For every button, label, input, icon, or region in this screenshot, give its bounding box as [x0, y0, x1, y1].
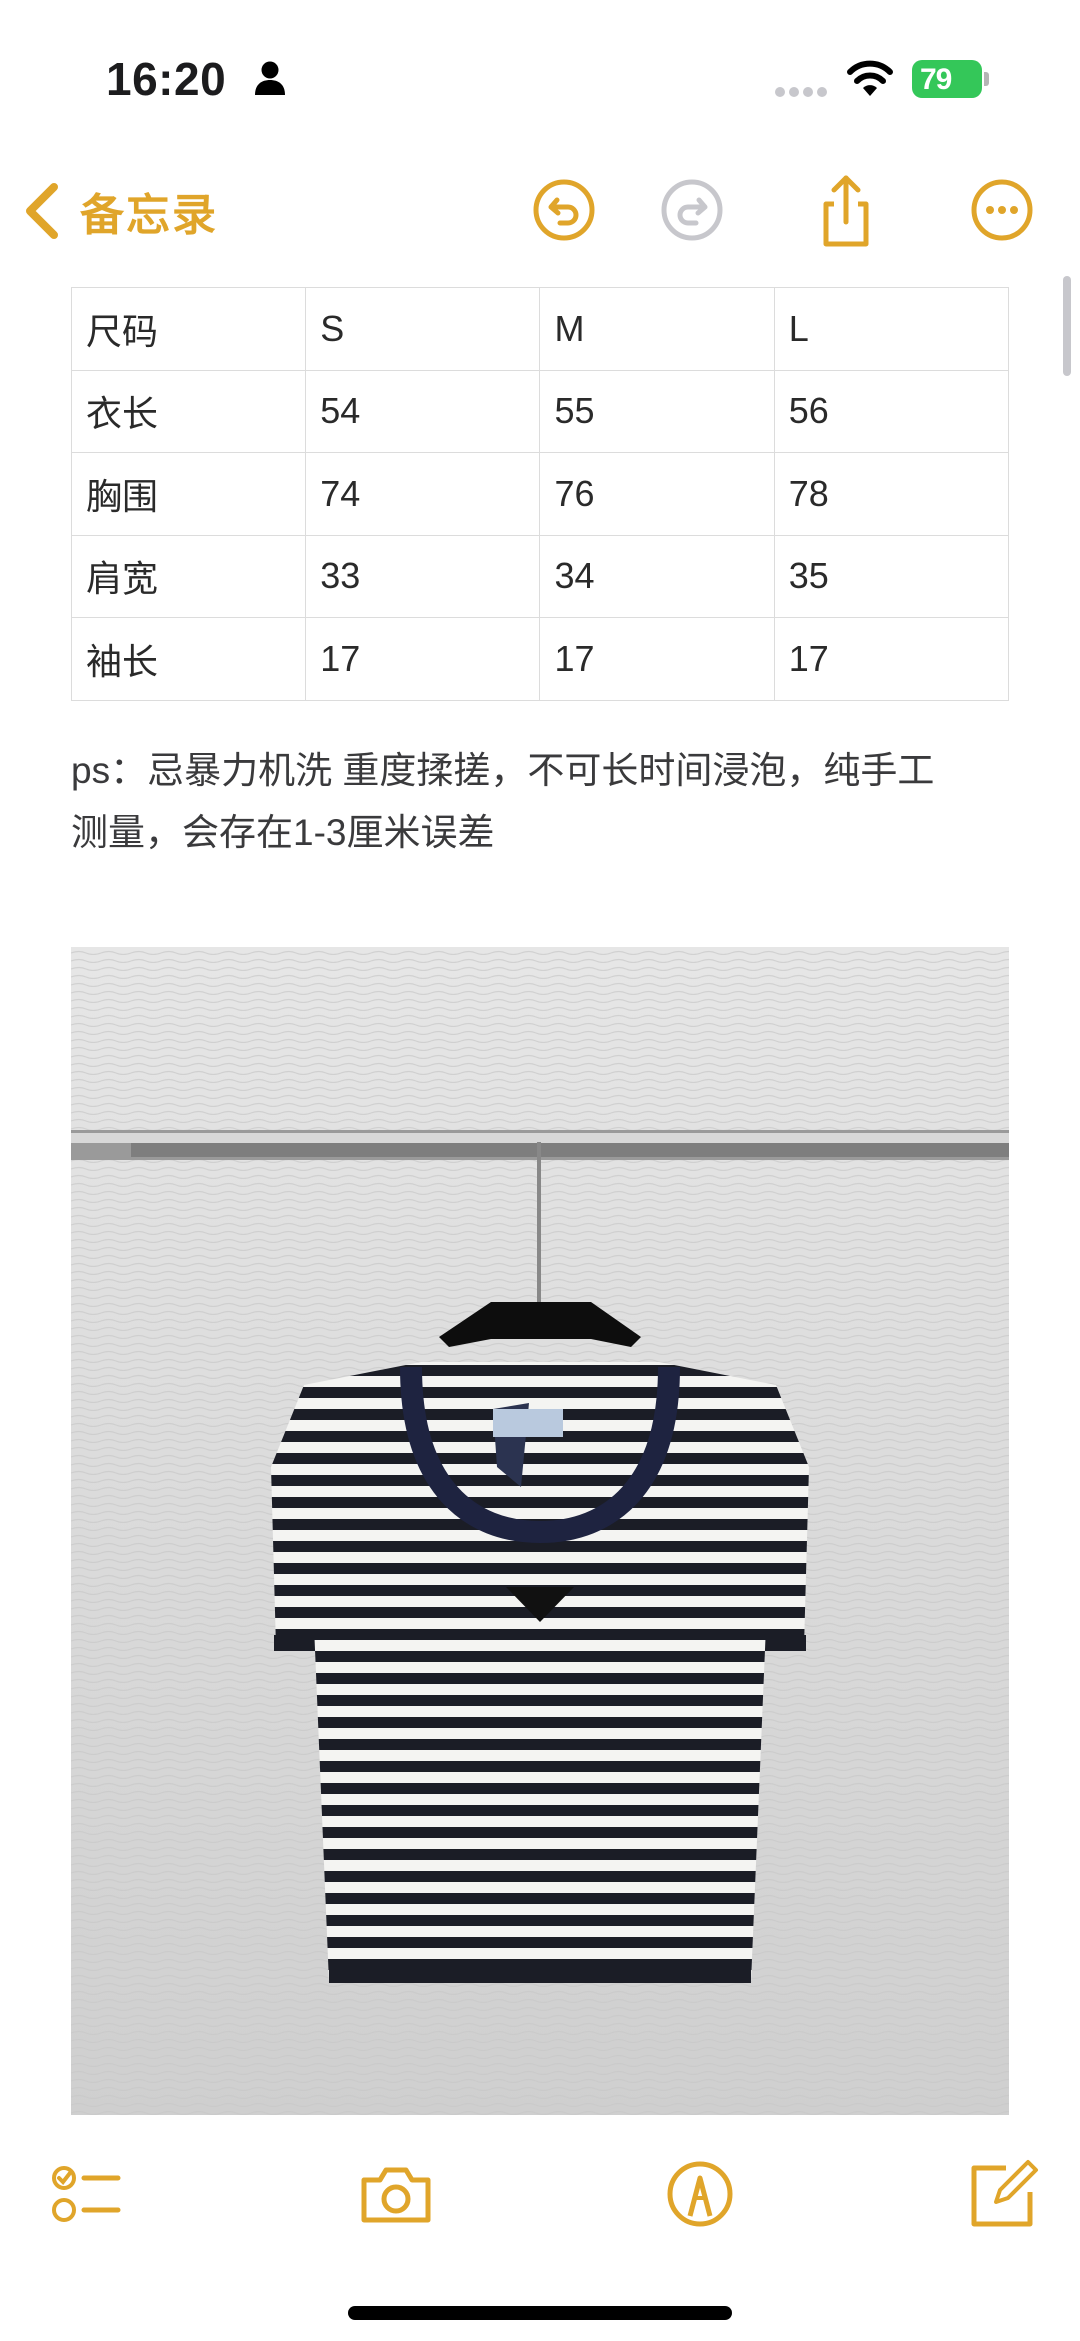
table-cell[interactable]: M	[539, 287, 775, 371]
table-cell[interactable]: 17	[305, 617, 541, 701]
table-cell[interactable]: 尺码	[70, 287, 307, 371]
undo-icon[interactable]	[524, 170, 604, 250]
table-cell[interactable]: 袖长	[70, 617, 307, 701]
battery-level: 79	[920, 63, 952, 96]
table-row: 袖长 17 17 17	[70, 617, 1010, 701]
note-line: 测量，会存在1-3厘米误差	[71, 812, 495, 853]
battery-indicator: 79	[912, 60, 989, 98]
size-table: 尺码 S M L 衣长 54 55 56 胸围 74 76 78 肩宽 33 3…	[70, 287, 1010, 701]
table-row: 肩宽 33 34 35	[70, 534, 1010, 618]
person-icon	[255, 61, 285, 95]
share-icon[interactable]	[806, 170, 886, 250]
checklist-icon[interactable]	[46, 2154, 126, 2234]
home-indicator[interactable]	[348, 2306, 732, 2320]
table-cell[interactable]: 54	[305, 369, 541, 453]
markup-icon[interactable]	[660, 2154, 740, 2234]
chevron-left-icon	[26, 183, 58, 239]
redo-icon[interactable]	[652, 170, 732, 250]
table-cell[interactable]: 肩宽	[70, 534, 307, 618]
camera-icon[interactable]	[356, 2154, 436, 2234]
note-body-text[interactable]: ps：忌暴力机洗 重度揉搓，不可长时间浸泡，纯手工 测量，会存在1-3厘米误差	[71, 740, 1021, 864]
table-cell[interactable]: S	[305, 287, 541, 371]
table-cell[interactable]: L	[773, 287, 1010, 371]
table-cell[interactable]: 17	[773, 617, 1010, 701]
back-label: 备忘录	[80, 191, 218, 240]
table-cell[interactable]: 56	[773, 369, 1010, 453]
table-cell[interactable]: 76	[539, 452, 775, 536]
note-line: ps：忌暴力机洗 重度揉搓，不可长时间浸泡，纯手工	[71, 750, 935, 791]
table-row: 尺码 S M L	[70, 287, 1010, 371]
table-cell[interactable]: 35	[773, 534, 1010, 618]
scroll-indicator[interactable]	[1063, 276, 1071, 376]
table-cell[interactable]: 55	[539, 369, 775, 453]
table-row: 衣长 54 55 56	[70, 369, 1010, 453]
table-cell[interactable]: 胸围	[70, 452, 307, 536]
bottom-toolbar	[0, 2140, 1080, 2260]
table-cell[interactable]: 17	[539, 617, 775, 701]
status-bar: 16:20 79	[0, 0, 1080, 140]
striped-tshirt-image	[71, 947, 1009, 2115]
table-row: 胸围 74 76 78	[70, 452, 1010, 536]
navigation-bar: 备忘录	[0, 160, 1080, 260]
status-time: 16:20	[106, 53, 227, 105]
back-button[interactable]: 备忘录	[22, 176, 218, 246]
table-cell[interactable]: 34	[539, 534, 775, 618]
table-cell[interactable]: 74	[305, 452, 541, 536]
cellular-signal-icon	[775, 87, 827, 97]
wifi-icon	[847, 60, 893, 96]
table-cell[interactable]: 33	[305, 534, 541, 618]
table-cell[interactable]: 78	[773, 452, 1010, 536]
compose-icon[interactable]	[962, 2154, 1042, 2234]
table-cell[interactable]: 衣长	[70, 369, 307, 453]
product-photo[interactable]	[71, 947, 1009, 2115]
more-icon[interactable]	[962, 170, 1042, 250]
